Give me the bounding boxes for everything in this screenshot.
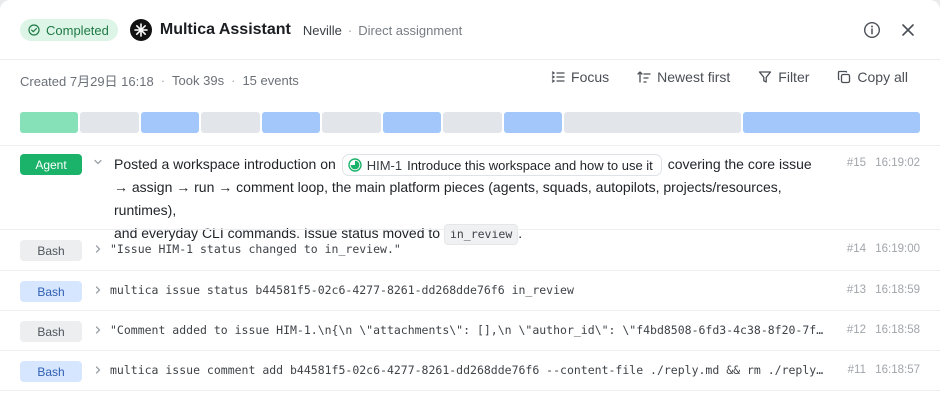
check-circle-icon bbox=[28, 24, 40, 36]
chevron-right-icon[interactable] bbox=[93, 325, 103, 335]
filter-button[interactable]: Filter bbox=[758, 69, 809, 85]
header-divider bbox=[0, 59, 940, 60]
event-row-11[interactable]: Bash multica issue comment add b44581f5-… bbox=[0, 351, 940, 391]
chevron-right-icon[interactable] bbox=[93, 365, 103, 375]
event-time: 16:18:59 bbox=[875, 284, 920, 296]
message-text: → assign → run → comment loop, the main … bbox=[114, 179, 782, 219]
info-icon[interactable] bbox=[862, 20, 882, 40]
timeline-segment[interactable] bbox=[564, 112, 741, 133]
timeline-segment[interactable] bbox=[20, 112, 79, 133]
issue-title: Introduce this workspace and how to use … bbox=[407, 157, 653, 173]
event-type-tag: Bash bbox=[20, 281, 82, 302]
issue-id: HIM-1 bbox=[366, 157, 403, 173]
copy-all-label: Copy all bbox=[857, 69, 908, 85]
event-number: #15 bbox=[846, 157, 866, 169]
timeline-segment[interactable] bbox=[443, 112, 502, 133]
run-meta: Created 7月29日 16:18 · Took 39s · 15 even… bbox=[20, 72, 299, 89]
timeline-segment[interactable] bbox=[140, 112, 200, 133]
issue-status-icon bbox=[348, 158, 362, 172]
timeline-segment[interactable] bbox=[201, 112, 260, 133]
timeline-segment[interactable] bbox=[322, 112, 381, 133]
event-command: multica issue comment add b44581f5-02c6-… bbox=[110, 363, 830, 377]
header-actions bbox=[862, 20, 918, 40]
timeline-segment[interactable] bbox=[382, 112, 442, 133]
filter-icon bbox=[759, 71, 772, 83]
meta-dot: · bbox=[231, 72, 236, 88]
event-command: multica issue status b44581f5-02c6-4277-… bbox=[110, 283, 574, 297]
agent-name: Multica Assistant bbox=[159, 21, 291, 38]
sort-label: Newest first bbox=[657, 69, 731, 85]
event-number: #11 bbox=[847, 364, 866, 376]
event-type-tag: Bash bbox=[20, 361, 82, 382]
event-type-tag: Bash bbox=[20, 321, 82, 342]
event-output: "Issue HIM-1 status changed to in_review… bbox=[110, 242, 401, 256]
focus-button[interactable]: Focus bbox=[551, 69, 609, 85]
close-icon[interactable] bbox=[898, 20, 918, 40]
event-count: 15 events bbox=[242, 72, 299, 88]
timeline-segment[interactable] bbox=[80, 112, 139, 133]
focus-icon bbox=[551, 71, 565, 83]
event-type-tag: Bash bbox=[20, 240, 82, 261]
status-badge: Completed bbox=[20, 19, 118, 41]
agent-logo-icon bbox=[129, 19, 152, 41]
row-divider bbox=[0, 390, 940, 391]
header-separator: · bbox=[347, 22, 353, 38]
event-type-tag: Agent bbox=[20, 154, 82, 175]
event-toolbar: Focus Newest first Filter Copy all bbox=[551, 69, 908, 85]
copy-all-button[interactable]: Copy all bbox=[837, 69, 908, 85]
meta-dot: · bbox=[160, 72, 166, 88]
message-text: covering the core issue bbox=[667, 156, 812, 172]
event-number: #13 bbox=[846, 284, 866, 296]
sort-button[interactable]: Newest first bbox=[637, 69, 730, 85]
task-run-panel: Completed Multica Assistant Neville · Di… bbox=[0, 0, 940, 400]
event-time: 16:19:00 bbox=[875, 243, 920, 255]
message-text: Posted a workspace introduction on bbox=[114, 156, 336, 172]
panel-header: Completed Multica Assistant Neville · Di… bbox=[0, 0, 940, 60]
timeline-segment[interactable] bbox=[261, 112, 321, 133]
copy-icon bbox=[838, 70, 851, 84]
event-time: 16:18:58 bbox=[875, 324, 920, 336]
event-time: 16:19:02 bbox=[875, 157, 920, 169]
event-output: "Comment added to issue HIM-1.\n{\n \"at… bbox=[110, 323, 830, 337]
owner-name[interactable]: Neville bbox=[303, 23, 342, 38]
focus-label: Focus bbox=[571, 69, 610, 85]
event-number: #14 bbox=[846, 243, 866, 255]
event-number: #12 bbox=[846, 324, 866, 336]
event-row-13[interactable]: Bash multica issue status b44581f5-02c6-… bbox=[0, 271, 940, 311]
issue-chip[interactable]: HIM-1 Introduce this workspace and how t… bbox=[341, 154, 662, 177]
timeline-segment[interactable] bbox=[742, 112, 921, 133]
chevron-down-icon[interactable] bbox=[93, 157, 103, 167]
event-time: 16:18:57 bbox=[875, 364, 920, 376]
filter-label: Filter bbox=[778, 69, 810, 85]
created-time: Created 7月29日 16:18 bbox=[20, 73, 154, 89]
event-row-12[interactable]: Bash "Comment added to issue HIM-1.\n{\n… bbox=[0, 311, 940, 351]
run-duration: Took 39s bbox=[172, 72, 225, 88]
assignment-type: Direct assignment bbox=[358, 22, 463, 38]
event-timeline bbox=[20, 112, 921, 133]
chevron-right-icon[interactable] bbox=[93, 244, 103, 254]
event-row-14[interactable]: Bash "Issue HIM-1 status changed to in_r… bbox=[0, 230, 940, 270]
timeline-segment[interactable] bbox=[503, 112, 563, 133]
sort-icon bbox=[637, 71, 651, 83]
status-label: Completed bbox=[46, 22, 109, 38]
chevron-right-icon[interactable] bbox=[93, 285, 103, 295]
